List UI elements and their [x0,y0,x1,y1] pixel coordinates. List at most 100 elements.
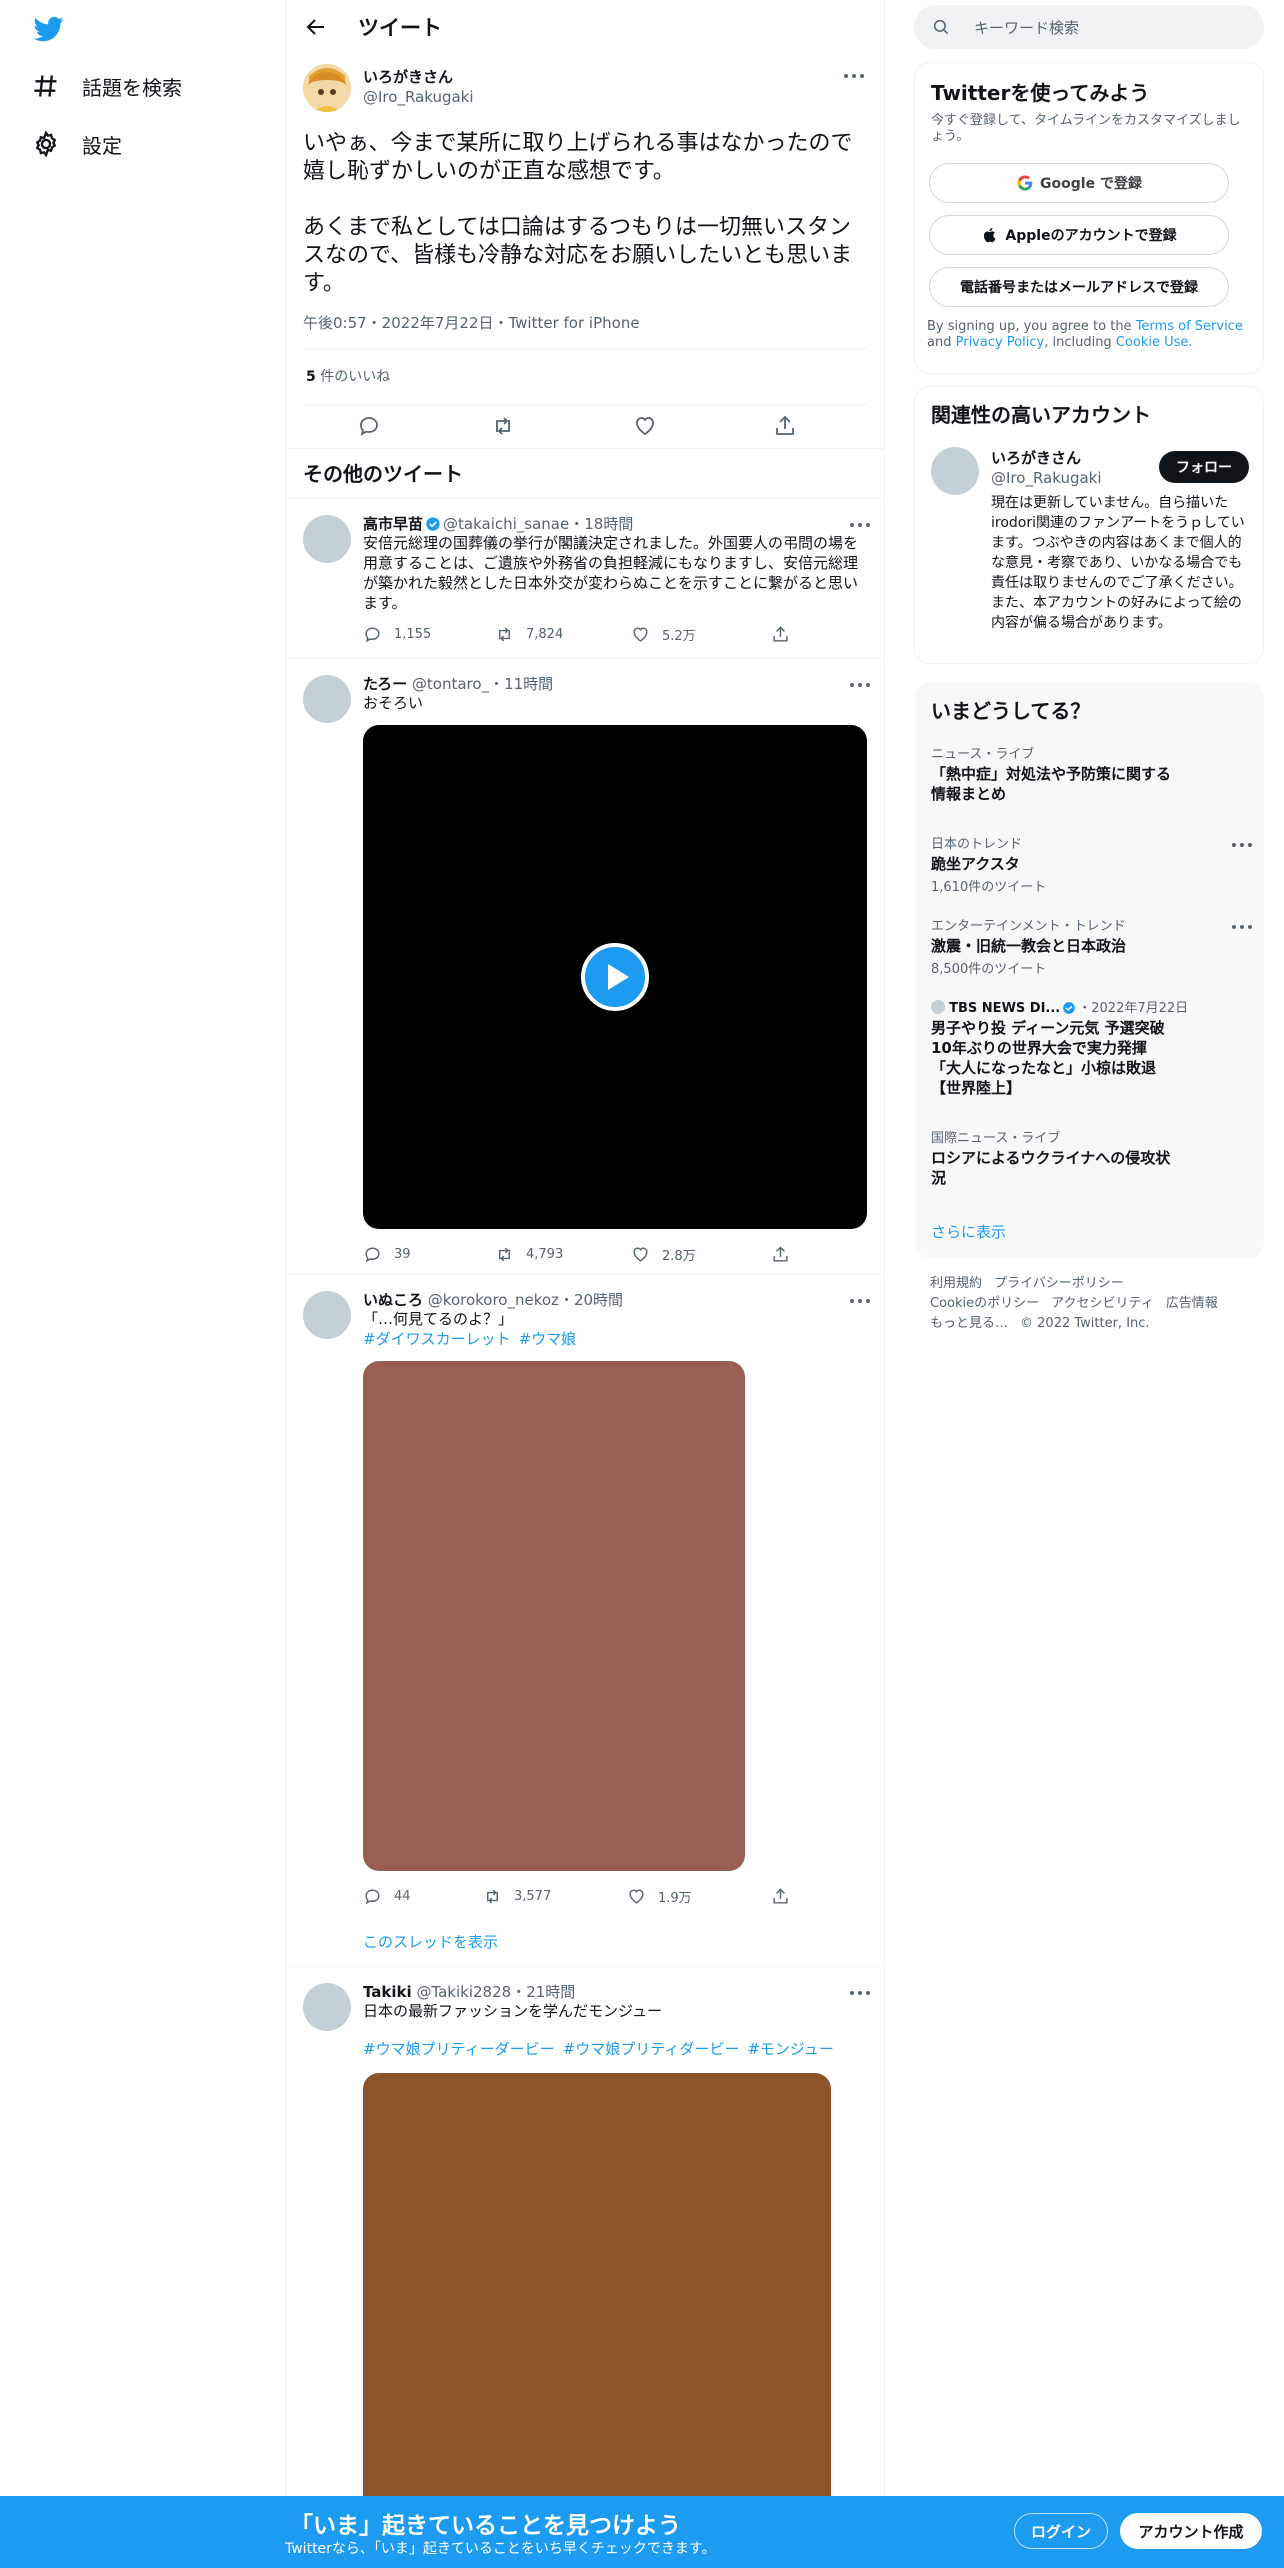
nav-settings[interactable]: 設定 [32,124,122,164]
footer-ads[interactable]: 広告情報 [1166,1296,1218,1311]
tweet-image[interactable] [363,2073,831,2568]
footer-links: 利用規約 プライバシーポリシー Cookieのポリシー アクセシビリティ 広告情報 も… [930,1274,1250,1334]
share-button[interactable] [771,625,802,644]
like-button[interactable]: 5.2万 [631,625,696,644]
apple-signup-button[interactable]: Appleのアカウントで登録 [929,215,1229,255]
hashtag-link[interactable]: #モンジュー [747,2040,834,2058]
follow-button[interactable]: フォロー [1159,451,1249,483]
more-icon[interactable] [849,681,871,689]
avatar[interactable] [303,1983,351,2031]
trend-item[interactable]: 国際ニュース・ライブ ロシアによるウクライナへの侵攻状況 [931,1127,1249,1188]
author-name[interactable]: いぬころ [363,1291,423,1309]
footer-more[interactable]: もっと見る… [930,1316,1008,1331]
footer-privacy[interactable]: プライバシーポリシー [994,1276,1124,1291]
author-name[interactable]: たろー [363,675,407,693]
author-handle[interactable]: @korokoro_nekoz [428,1291,559,1309]
hashtag-link[interactable]: #ダイワスカーレット [363,1330,511,1348]
author-handle[interactable]: @Takiki2828 [416,1983,511,2001]
related-handle[interactable]: @Iro_Rakugaki [991,469,1102,487]
author-handle[interactable]: @takaichi_sanae [443,515,569,533]
hashtag-link[interactable]: #ウマ娘プリティダービー [563,2040,740,2058]
video-player[interactable] [363,725,867,1229]
tweet-card[interactable]: Takiki @Takiki2828・21時間 日本の最新ファッションを学んだモ… [286,1966,884,2568]
header: ツイート [286,0,884,54]
trend-item[interactable]: ニュース・ライブ 「熱中症」対処法や予防策に関する情報まとめ [931,743,1249,804]
author-name[interactable]: いろがきさん [363,66,453,87]
tweet-actions: 39 4,793 2.8万 [363,1245,793,1267]
author-handle[interactable]: @Iro_Rakugaki [363,88,474,106]
more-icon[interactable] [849,1297,871,1305]
hashtag-link[interactable]: #ウマ娘 [519,1330,577,1348]
related-name[interactable]: いろがきさん [991,447,1081,468]
trend-item[interactable]: エンターテインメント・トレンド 激震・旧統一教会と日本政治 8,500件のツイー… [931,915,1252,977]
trend-item[interactable]: 日本のトレンド 跪坐アクスタ 1,610件のツイート [931,833,1252,895]
tweet-image[interactable] [363,1361,745,1871]
google-signup-button[interactable]: Google で登録 [929,163,1229,203]
reply-button[interactable]: 1,155 [363,625,431,644]
more-icon[interactable] [849,521,871,529]
retweet-button[interactable]: 4,793 [495,1245,563,1264]
show-thread-link[interactable]: このスレッドを表示 [363,1931,498,1952]
share-icon[interactable] [773,414,797,438]
tweet-card[interactable]: たろー @tontaro_・11時間 おそろい 39 4,793 2.8万 [286,658,884,1274]
tweet-time[interactable]: 18時間 [584,515,633,533]
share-icon [773,626,788,642]
avatar[interactable] [303,675,351,723]
related-title: 関連性の高いアカウント [931,403,1151,427]
footer-accessibility[interactable]: アクセシビリティ [1051,1296,1154,1311]
avatar[interactable] [303,64,351,112]
more-icon[interactable] [843,72,865,80]
trend-item[interactable]: TBS NEWS DI... ・2022年7月22日 男子やり投 ディーン元気 予… [931,997,1249,1098]
avatar[interactable] [303,515,351,563]
related-accounts-card: 関連性の高いアカウント いろがきさん @Iro_Rakugaki フォロー 現在… [914,386,1264,664]
tweet-card[interactable]: いぬころ @korokoro_nekoz・20時間 「…何見てるのよ？」 #ダイ… [286,1274,884,1966]
play-icon[interactable] [581,943,649,1011]
tweet-time[interactable]: 21時間 [526,1983,575,2001]
more-icon[interactable] [1231,841,1253,849]
reply-button[interactable]: 44 [363,1887,411,1906]
retweet-button[interactable]: 3,577 [483,1887,551,1906]
share-button[interactable] [771,1887,802,1906]
nav-explore[interactable]: 話題を検索 [32,66,182,106]
author-name[interactable]: Takiki [363,1983,412,2001]
like-button[interactable]: 1.9万 [627,1887,692,1906]
retweet-icon[interactable] [491,414,515,438]
login-button[interactable]: ログイン [1014,2513,1108,2549]
avatar[interactable] [303,1291,351,1339]
apple-icon [984,227,996,243]
tweet-time[interactable]: 11時間 [504,675,553,693]
twitter-bird-icon[interactable] [30,14,68,44]
avatar[interactable] [931,447,979,495]
back-arrow-icon[interactable] [304,15,328,39]
search-bar[interactable]: キーワード検索 [914,5,1264,49]
cookie-link[interactable]: Cookie Use. [1116,335,1193,350]
retweet-button[interactable]: 7,824 [495,625,563,644]
share-button[interactable] [771,1245,802,1264]
more-icon[interactable] [1231,923,1253,931]
footer-cookie[interactable]: Cookieのポリシー [930,1296,1039,1311]
phone-email-signup-button[interactable]: 電話番号またはメールアドレスで登録 [929,267,1229,307]
nav-explore-label: 話題を検索 [82,75,182,100]
author-name[interactable]: 高市早苗 [363,515,423,533]
likes-count[interactable]: 5 件のいいね [306,366,390,386]
tweet-meta[interactable]: 午後0:57・2022年7月22日・Twitter for iPhone [303,312,640,333]
privacy-link[interactable]: Privacy Policy [956,335,1045,350]
show-more-link[interactable]: さらに表示 [931,1221,1006,1242]
hashtag-link[interactable]: #ウマ娘プリティーダービー [363,2040,555,2058]
signup-button[interactable]: アカウント作成 [1120,2513,1262,2549]
tweet-card[interactable]: 高市早苗 @takaichi_sanae・18時間 安倍元総理の国葬儀の挙行が閣議… [286,498,884,658]
like-icon[interactable] [633,414,657,438]
footer-terms[interactable]: 利用規約 [930,1276,982,1291]
like-button[interactable]: 2.8万 [631,1245,696,1264]
reply-count: 1,155 [394,627,432,642]
more-icon[interactable] [849,1989,871,1997]
author-handle[interactable]: @tontaro_ [412,675,489,693]
tweet-time[interactable]: 20時間 [574,1291,623,1309]
reply-icon [365,627,380,643]
trends-card: いまどうしてる？ ニュース・ライブ 「熱中症」対処法や予防策に関する情報まとめ … [914,682,1264,1258]
reply-icon[interactable] [357,414,381,438]
reply-button[interactable]: 39 [363,1245,411,1264]
terms-link[interactable]: Terms of Service [1136,319,1243,334]
search-placeholder: キーワード検索 [974,18,1080,37]
dot-separator: ・ [489,675,505,693]
